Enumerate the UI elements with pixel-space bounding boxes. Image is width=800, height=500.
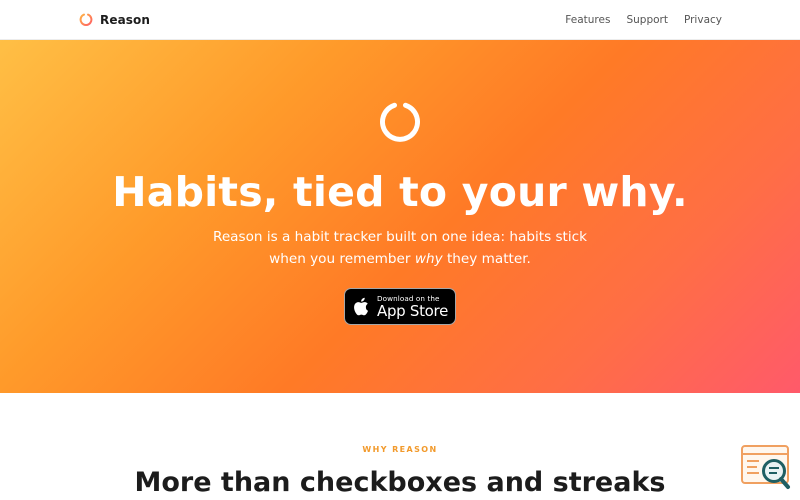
- section-eyebrow: WHY REASON: [362, 445, 438, 454]
- brand-name: Reason: [100, 12, 151, 27]
- hero-subtitle-line-1: Reason is a habit tracker built on one i…: [212, 229, 588, 245]
- nav-links: Features Support Privacy: [565, 14, 722, 26]
- hero-subtitle-emphasis: why: [414, 251, 443, 267]
- nav-link-support[interactable]: Support: [626, 14, 668, 26]
- why-reason-section: WHY REASON More than checkboxes and stre…: [0, 393, 800, 500]
- ring-logo-icon: [380, 102, 420, 142]
- hero-subtitle-line-2-start: when you remember: [269, 251, 415, 267]
- top-navbar: Reason Features Support Privacy: [0, 0, 800, 40]
- page-inspect-icon[interactable]: [741, 444, 791, 490]
- apple-logo-icon: [354, 297, 368, 316]
- brand-home-link[interactable]: Reason: [79, 13, 150, 27]
- hero-section: Habits, tied to your why. Reason is a ha…: [0, 40, 800, 393]
- hero-title: Habits, tied to your why.: [112, 168, 688, 216]
- section-title: More than checkboxes and streaks: [134, 467, 666, 498]
- hero-subtitle-line-2-end: they matter.: [442, 251, 531, 267]
- app-store-download-button[interactable]: Download on the App Store: [344, 288, 456, 325]
- nav-link-privacy[interactable]: Privacy: [684, 14, 722, 26]
- app-store-text: Download on the App Store: [377, 294, 448, 320]
- ring-logo-icon: [79, 13, 93, 26]
- hero-subtitle: Reason is a habit tracker built on one i…: [150, 226, 650, 270]
- app-store-big-label: App Store: [377, 301, 449, 320]
- nav-link-features[interactable]: Features: [565, 14, 610, 26]
